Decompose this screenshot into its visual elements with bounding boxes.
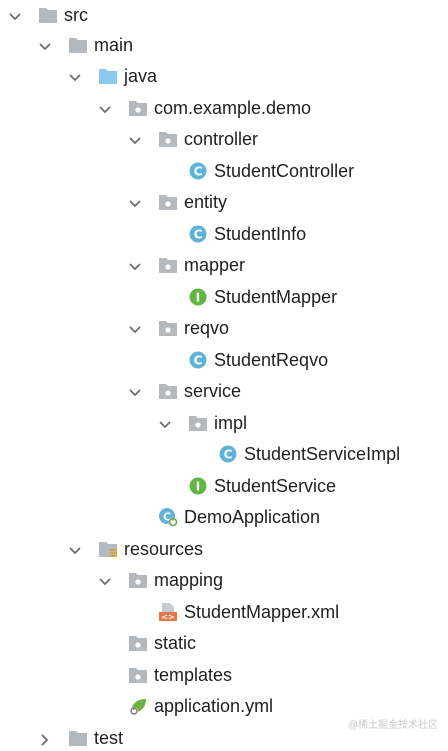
tree-item-label: templates: [154, 665, 233, 685]
tree-item-label: application.yml: [154, 696, 274, 716]
package-icon: [158, 192, 178, 212]
tree-item-label: StudentController: [214, 161, 355, 181]
tree-item-label: main: [94, 35, 134, 55]
package-icon: [128, 665, 148, 685]
tree-item-label: StudentService: [214, 476, 337, 496]
tree-item-label: StudentMapper: [214, 287, 338, 307]
resources-folder-icon: [98, 539, 118, 559]
tree-item[interactable]: reqvo: [0, 313, 448, 344]
svg-text:I: I: [196, 291, 200, 305]
tree-item[interactable]: templates: [0, 660, 448, 691]
tree-item-label: entity: [184, 192, 228, 212]
tree-item-label: service: [184, 381, 242, 401]
source-folder-icon: [98, 66, 118, 86]
folder-icon: [68, 35, 88, 55]
tree-item[interactable]: impl: [0, 408, 448, 439]
chevron-down-icon[interactable]: [8, 10, 22, 22]
svg-text:C: C: [194, 165, 203, 179]
tree-item[interactable]: controller: [0, 124, 448, 155]
chevron-down-icon[interactable]: [158, 418, 172, 430]
tree-item[interactable]: I StudentMapper: [0, 282, 448, 313]
svg-text:C: C: [194, 228, 203, 242]
tree-item[interactable]: I StudentService: [0, 471, 448, 502]
chevron-right-icon[interactable]: [38, 733, 52, 746]
folder-icon: [68, 728, 88, 748]
tree-item-label: StudentInfo: [214, 224, 307, 244]
tree-item-label: StudentServiceImpl: [244, 444, 401, 464]
chevron-down-icon[interactable]: [98, 575, 112, 587]
tree-item[interactable]: main: [0, 30, 448, 61]
tree-item[interactable]: mapping: [0, 565, 448, 596]
package-icon: [158, 255, 178, 275]
tree-item[interactable]: C DemoApplication: [0, 502, 448, 533]
chevron-down-icon[interactable]: [128, 197, 142, 209]
svg-text:C: C: [224, 448, 233, 462]
spring-boot-class-icon: C: [158, 507, 178, 527]
tree-item-label: com.example.demo: [154, 98, 312, 118]
class-icon: C: [188, 161, 208, 181]
tree-item[interactable]: resources: [0, 534, 448, 565]
package-icon: [128, 633, 148, 653]
svg-text:I: I: [196, 480, 200, 494]
xml-file-icon: <>: [158, 602, 178, 622]
chevron-down-icon[interactable]: [128, 260, 142, 272]
tree-item[interactable]: <> StudentMapper.xml: [0, 597, 448, 628]
tree-item[interactable]: entity: [0, 187, 448, 218]
tree-item[interactable]: mapper: [0, 250, 448, 281]
tree-item-label: static: [154, 633, 197, 653]
tree-item[interactable]: C StudentReqvo: [0, 345, 448, 376]
tree-item-label: java: [124, 66, 158, 86]
tree-item-label: src: [64, 5, 88, 25]
tree-item[interactable]: C StudentServiceImpl: [0, 439, 448, 470]
class-icon: C: [218, 444, 238, 464]
package-icon: [188, 413, 208, 433]
interface-icon: I: [188, 476, 208, 496]
yaml-spring-icon: [128, 696, 148, 716]
tree-item[interactable]: C StudentController: [0, 156, 448, 187]
svg-text:<>: <>: [161, 613, 174, 622]
folder-icon: [38, 5, 58, 25]
interface-icon: I: [188, 287, 208, 307]
package-icon: [158, 381, 178, 401]
tree-item-label: controller: [184, 129, 259, 149]
chevron-down-icon[interactable]: [128, 323, 142, 335]
tree-item[interactable]: src: [0, 0, 448, 31]
class-icon: C: [188, 224, 208, 244]
tree-item-label: mapping: [154, 570, 224, 590]
class-icon: C: [188, 350, 208, 370]
package-icon: [128, 98, 148, 118]
tree-item[interactable]: com.example.demo: [0, 93, 448, 124]
tree-item[interactable]: static: [0, 628, 448, 659]
svg-text:C: C: [194, 354, 203, 368]
chevron-down-icon[interactable]: [68, 71, 82, 83]
tree-item[interactable]: service: [0, 376, 448, 407]
tree-item-label: StudentMapper.xml: [184, 602, 340, 622]
tree-item-label: test: [94, 728, 124, 748]
package-icon: [128, 570, 148, 590]
package-icon: [158, 129, 178, 149]
tree-item[interactable]: java: [0, 61, 448, 92]
watermark: @稀土掘金技术社区: [347, 720, 438, 731]
chevron-down-icon[interactable]: [128, 386, 142, 398]
tree-item[interactable]: C StudentInfo: [0, 219, 448, 250]
project-tree: src main java com.example.demo controller C St…: [0, 0, 448, 751]
tree-item-label: impl: [214, 413, 248, 433]
chevron-down-icon[interactable]: [38, 40, 52, 52]
tree-item-label: reqvo: [184, 318, 230, 338]
chevron-down-icon[interactable]: [98, 103, 112, 115]
chevron-down-icon[interactable]: [68, 544, 82, 556]
tree-item-label: mapper: [184, 255, 246, 275]
chevron-down-icon[interactable]: [128, 134, 142, 146]
package-icon: [158, 318, 178, 338]
tree-item-label: StudentReqvo: [214, 350, 329, 370]
tree-item-label: DemoApplication: [184, 507, 321, 527]
tree-item-label: resources: [124, 539, 204, 559]
